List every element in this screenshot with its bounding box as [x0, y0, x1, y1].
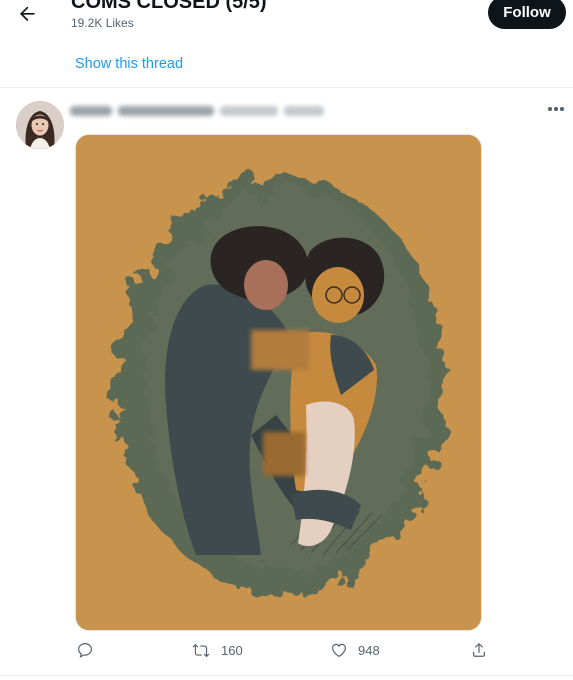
likes-count: 19.2K Likes	[71, 16, 134, 30]
reply-icon	[78, 643, 92, 658]
show-thread-link[interactable]: Show this thread	[75, 56, 183, 72]
arrow-left-icon	[20, 6, 35, 22]
page-title: COMS CLOSED (5/5)	[71, 0, 267, 13]
retweet-count: 160	[221, 642, 243, 658]
retweet-button[interactable]: 160	[191, 641, 243, 659]
back-button[interactable]	[14, 1, 40, 25]
share-button[interactable]	[470, 641, 488, 659]
like-count: 948	[358, 642, 380, 658]
tweet-media[interactable]	[75, 134, 482, 631]
tweet: 160 948	[0, 89, 573, 680]
tweet-header: COMS CLOSED (5/5) 19.2K Likes Follow	[0, 0, 573, 40]
more-horizontal-icon	[548, 107, 552, 111]
reply-button[interactable]	[76, 641, 94, 659]
follow-button[interactable]: Follow	[488, 0, 566, 29]
heart-icon	[332, 643, 346, 658]
thread-row: Show this thread	[0, 40, 573, 88]
more-button[interactable]	[542, 99, 570, 119]
tweet-actions: 160 948	[0, 641, 573, 669]
user-info[interactable]	[70, 103, 340, 119]
share-icon	[473, 642, 485, 657]
divider	[0, 675, 573, 676]
avatar[interactable]	[16, 101, 64, 149]
like-button[interactable]: 948	[330, 641, 380, 659]
retweet-icon	[192, 643, 210, 658]
